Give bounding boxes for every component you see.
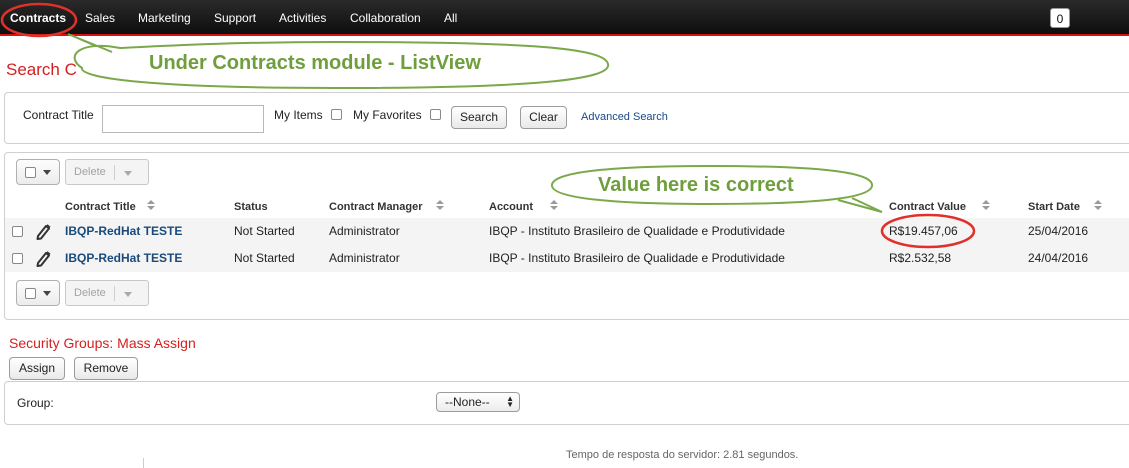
col-header-status[interactable]: Status [234,201,268,213]
row-status: Not Started [234,251,295,265]
clear-button[interactable]: Clear [520,106,567,129]
table-header: Contract Title Status Contract Manager A… [5,197,1129,218]
select-all-dropdown[interactable] [16,159,60,185]
select-all-checkbox[interactable] [25,288,36,299]
chevron-down-icon [43,170,51,175]
row-account[interactable]: IBQP - Instituto Brasileiro de Qualidade… [489,224,785,238]
row-checkbox[interactable] [12,226,23,237]
nav-item-marketing[interactable]: Marketing [138,0,191,36]
table-row: IBQP-RedHat TESTE Not Started Administra… [5,218,1129,245]
group-select[interactable]: --None-- ▲ ▼ [436,392,520,412]
row-account[interactable]: IBQP - Instituto Brasileiro de Qualidade… [489,251,785,265]
group-panel [4,381,1129,425]
row-contract-value: R$19.457,06 [889,224,958,238]
nav-item-support[interactable]: Support [214,0,256,36]
remove-button[interactable]: Remove [74,357,138,380]
nav-item-contracts[interactable]: Contracts [10,0,66,36]
divider [114,286,115,301]
nav-item-all[interactable]: All [444,0,457,36]
my-favorites-checkbox[interactable] [430,109,441,120]
nav-item-activities[interactable]: Activities [279,0,326,36]
col-header-account[interactable]: Account [489,201,533,213]
col-header-contract-title[interactable]: Contract Title [65,201,136,213]
nav-item-sales[interactable]: Sales [85,0,115,36]
security-groups-heading: Security Groups: Mass Assign [9,335,196,351]
assign-button[interactable]: Assign [9,357,65,380]
row-start-date: 25/04/2016 [1028,224,1089,238]
select-all-dropdown-bottom[interactable] [16,280,60,306]
contract-title-input[interactable] [102,105,264,133]
delete-label: Delete [74,166,106,178]
select-all-checkbox[interactable] [25,167,36,178]
pencil-icon[interactable] [35,249,51,267]
row-start-date: 24/04/2016 [1028,251,1089,265]
group-label: Group: [17,396,54,410]
col-header-start-date[interactable]: Start Date [1028,201,1080,213]
sort-icon[interactable] [1094,200,1103,212]
sort-icon[interactable] [147,200,156,212]
top-nav-bar: Contracts Sales Marketing Support Activi… [0,0,1129,36]
sort-icon[interactable] [436,200,445,212]
chevron-down-icon [43,291,51,296]
my-items-label: My Items [274,108,323,122]
pencil-icon[interactable] [35,222,51,240]
row-contract-title[interactable]: IBQP-RedHat TESTE [65,224,182,238]
notification-badge[interactable]: 0 [1050,8,1070,28]
nav-item-collaboration[interactable]: Collaboration [350,0,421,36]
chevron-down-icon [124,171,132,176]
my-favorites-label: My Favorites [353,108,422,122]
search-heading: Search C [6,60,77,79]
group-select-value: --None-- [445,395,490,409]
table-row: IBQP-RedHat TESTE Not Started Administra… [5,245,1129,272]
delete-button-bottom[interactable]: Delete [65,280,149,306]
speech-bubble-tail [67,33,113,53]
col-header-contract-manager[interactable]: Contract Manager [329,201,423,213]
row-contract-title[interactable]: IBQP-RedHat TESTE [65,251,182,265]
contract-title-label: Contract Title [23,108,94,122]
row-contract-value: R$2.532,58 [889,251,952,265]
delete-button[interactable]: Delete [65,159,149,185]
row-manager[interactable]: Administrator [329,251,400,265]
row-manager[interactable]: Administrator [329,224,400,238]
search-button[interactable]: Search [451,106,507,129]
annotation-value-note: Value here is correct [598,174,794,196]
delete-label: Delete [74,287,106,299]
select-arrows-icon: ▲ ▼ [506,394,514,409]
sort-icon[interactable] [982,200,991,212]
advanced-search-link[interactable]: Advanced Search [581,111,668,123]
row-status: Not Started [234,224,295,238]
row-checkbox[interactable] [12,253,23,264]
server-response-time: Tempo de resposta do servidor: 2.81 segu… [566,449,799,461]
divider [143,458,144,468]
col-header-contract-value[interactable]: Contract Value [889,201,966,213]
sort-icon[interactable] [550,200,559,212]
chevron-down-icon [124,292,132,297]
my-items-checkbox[interactable] [331,109,342,120]
divider [114,165,115,180]
annotation-module-note: Under Contracts module - ListView [149,52,481,74]
